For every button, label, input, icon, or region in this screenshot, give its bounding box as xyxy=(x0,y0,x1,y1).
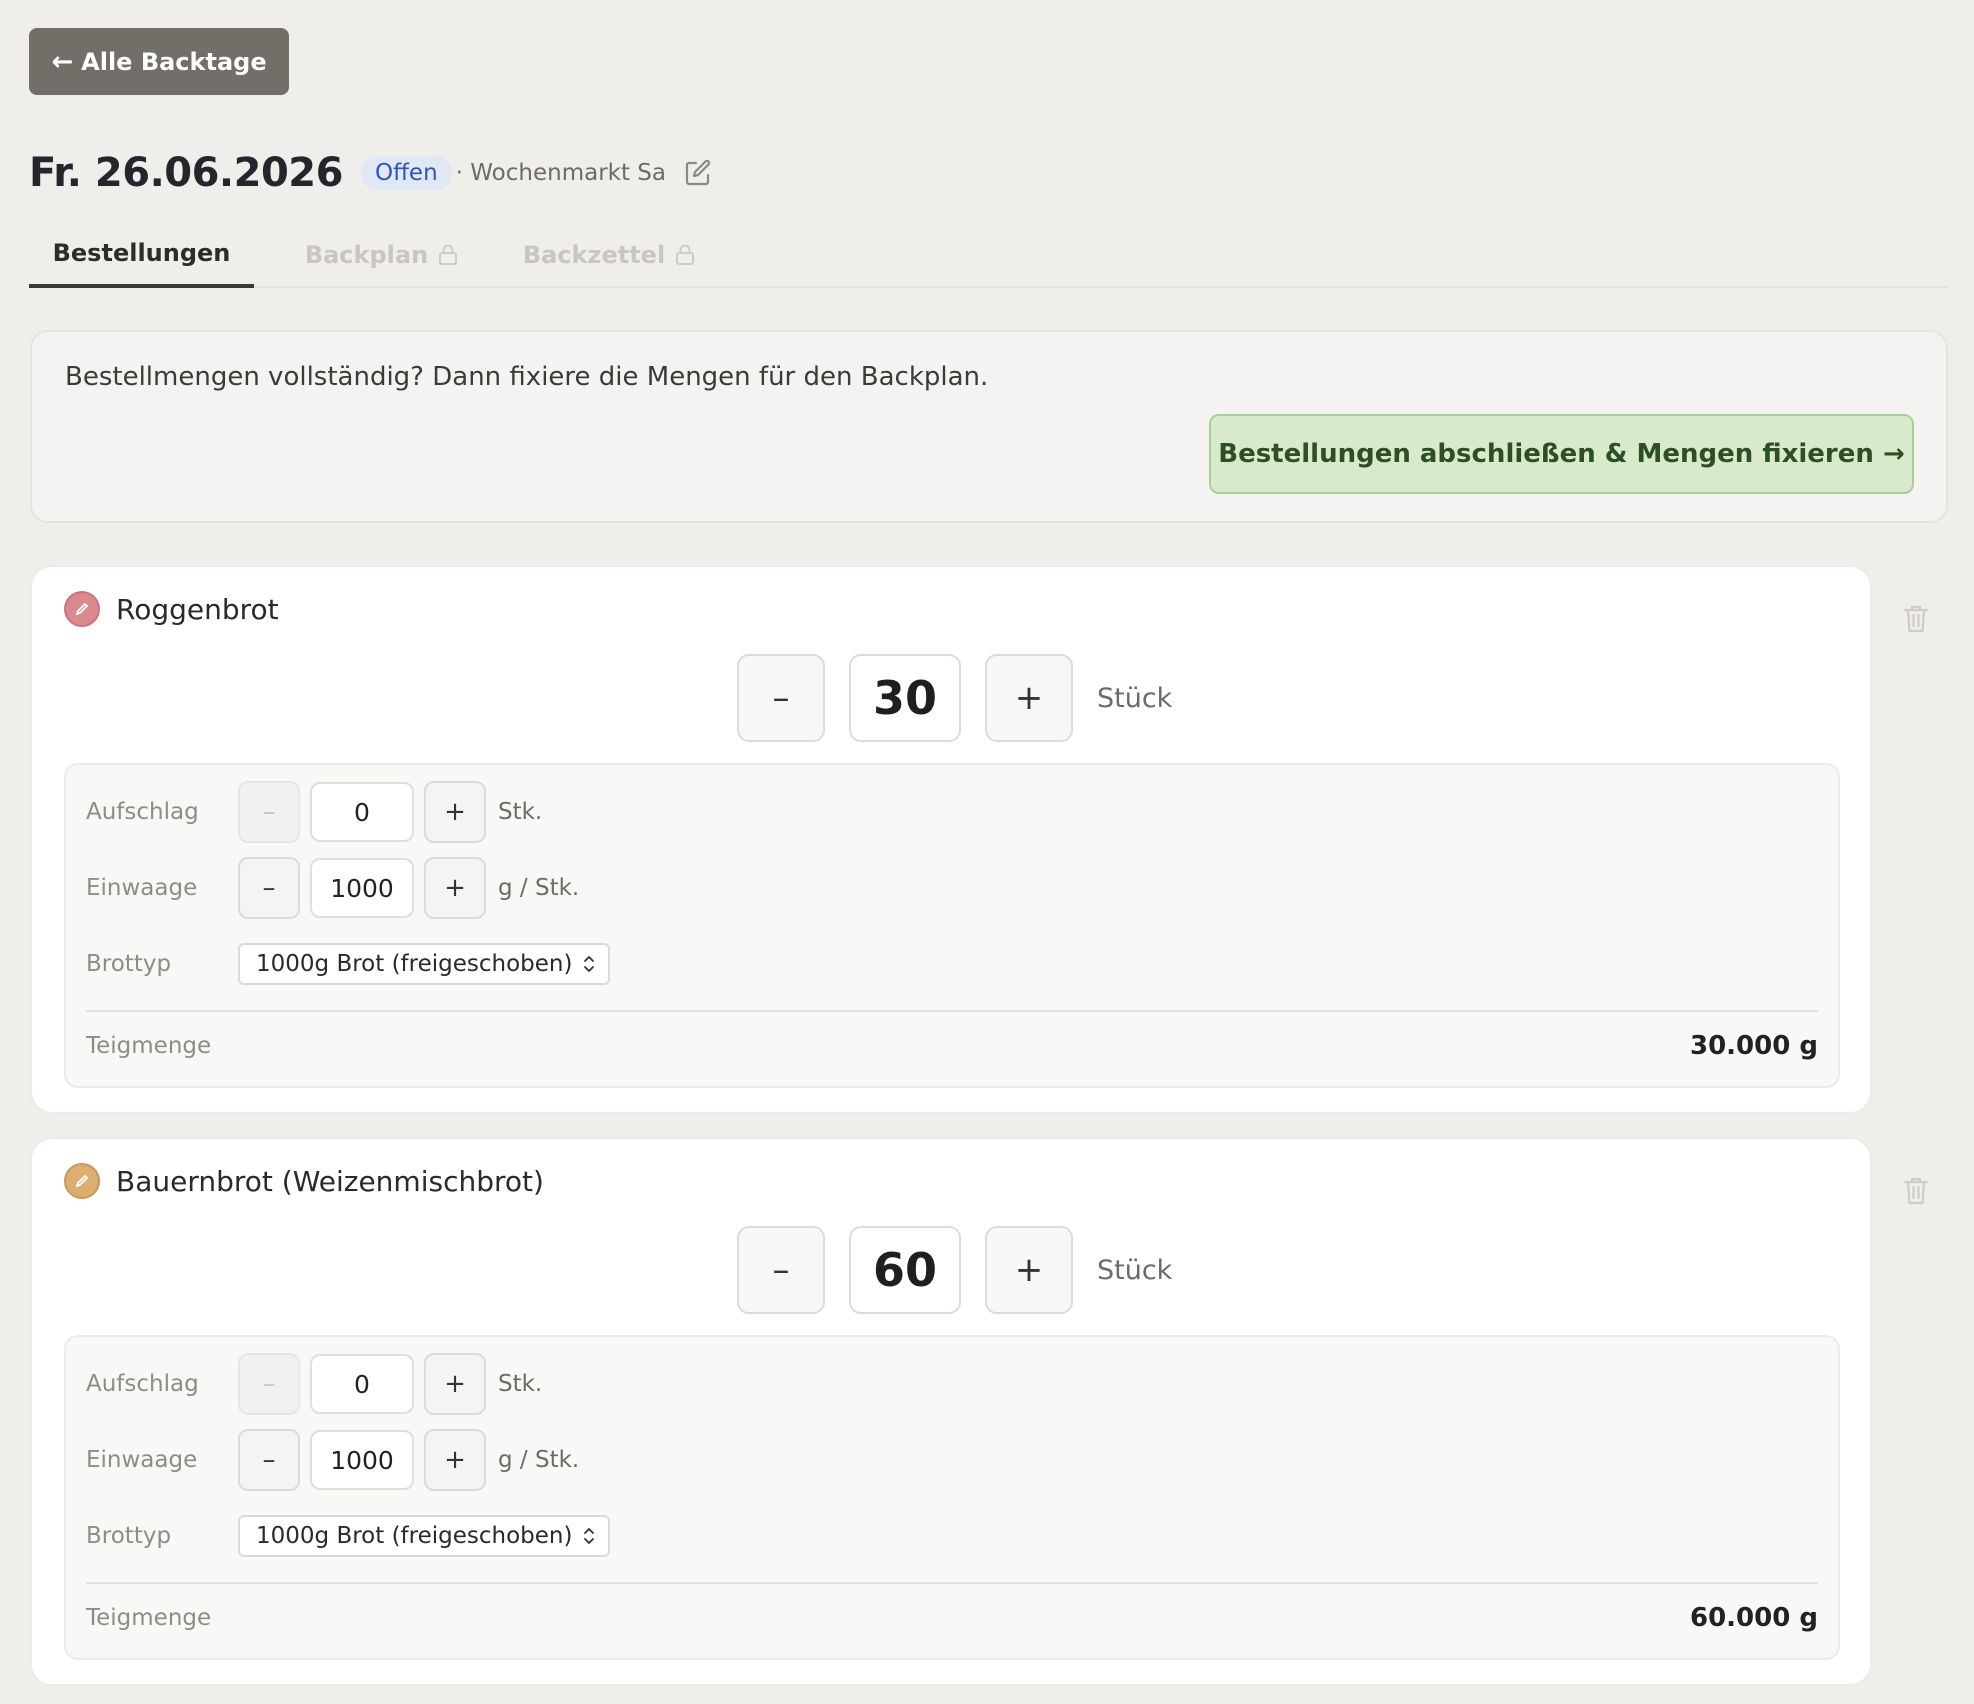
surcharge-label: Aufschlag xyxy=(86,1371,199,1397)
tab-bar: Bestellungen Backplan Backzettel xyxy=(29,222,1949,288)
weight-label: Einwaage xyxy=(86,875,198,901)
tab-backzettel[interactable]: Backzettel xyxy=(509,222,709,288)
weight-label: Einwaage xyxy=(86,1447,198,1473)
lock-icon xyxy=(438,244,458,266)
chevron-up-down-icon xyxy=(584,956,594,972)
page-title: Fr. 26.06.2026 xyxy=(29,150,343,196)
notice-text: Bestellmengen vollständig? Dann fixiere … xyxy=(65,362,989,392)
quantity-stepper: – 60 + Stück xyxy=(737,1226,1172,1314)
surcharge-label: Aufschlag xyxy=(86,799,199,825)
location-label: · Wochenmarkt Sa xyxy=(455,160,666,186)
product-card: Roggenbrot – 30 + Stück Aufschlag – 0 + … xyxy=(30,565,1872,1114)
tab-backplan[interactable]: Backplan xyxy=(294,222,469,288)
back-button[interactable]: ← Alle Backtage xyxy=(29,28,289,95)
surcharge-input[interactable]: 0 xyxy=(310,782,414,842)
increase-weight-button[interactable]: + xyxy=(424,857,486,919)
page-header: Fr. 26.06.2026 Offen · Wochenmarkt Sa xyxy=(29,145,712,201)
page: ← Alle Backtage Fr. 26.06.2026 Offen · W… xyxy=(0,0,1974,1704)
surcharge-unit: Stk. xyxy=(498,799,543,825)
weight-unit: g / Stk. xyxy=(498,875,580,901)
product-name: Roggenbrot xyxy=(116,592,279,626)
pencil-icon xyxy=(75,602,89,616)
product-details: Aufschlag – 0 + Stk. Einwaage – 1000 + g… xyxy=(64,763,1840,1088)
bread-type-select[interactable]: 1000g Brot (freigeschoben) xyxy=(238,943,610,985)
decrease-weight-button[interactable]: – xyxy=(238,857,300,919)
divider xyxy=(86,1010,1818,1012)
chevron-up-down-icon xyxy=(584,1528,594,1544)
bread-type-row: Brottyp 1000g Brot (freigeschoben) xyxy=(86,933,610,995)
increase-surcharge-button[interactable]: + xyxy=(424,1353,486,1415)
arrow-left-icon: ← xyxy=(51,46,74,77)
trash-icon[interactable] xyxy=(1902,603,1930,635)
weight-unit: g / Stk. xyxy=(498,1447,580,1473)
weight-input[interactable]: 1000 xyxy=(310,858,414,918)
bread-type-label: Brottyp xyxy=(86,1523,172,1549)
product-color-dot[interactable] xyxy=(64,591,100,627)
weight-row: Einwaage – 1000 + g / Stk. xyxy=(86,1429,579,1491)
increase-weight-button[interactable]: + xyxy=(424,1429,486,1491)
decrease-quantity-button[interactable]: – xyxy=(737,1226,825,1314)
tab-bestellungen[interactable]: Bestellungen xyxy=(29,222,254,288)
product-header: Bauernbrot (Weizenmischbrot) xyxy=(64,1163,544,1199)
finalize-notice: Bestellmengen vollständig? Dann fixiere … xyxy=(30,330,1948,523)
surcharge-row: Aufschlag – 0 + Stk. xyxy=(86,781,542,843)
surcharge-input[interactable]: 0 xyxy=(310,1354,414,1414)
quantity-unit: Stück xyxy=(1097,682,1173,714)
quantity-stepper: – 30 + Stück xyxy=(737,654,1172,742)
dough-amount-value: 30.000 g xyxy=(1690,1031,1818,1061)
lock-icon xyxy=(675,244,695,266)
pencil-icon xyxy=(75,1174,89,1188)
increase-quantity-button[interactable]: + xyxy=(985,1226,1073,1314)
bread-type-select[interactable]: 1000g Brot (freigeschoben) xyxy=(238,1515,610,1557)
decrease-surcharge-button[interactable]: – xyxy=(238,781,300,843)
product-color-dot[interactable] xyxy=(64,1163,100,1199)
trash-icon[interactable] xyxy=(1902,1175,1930,1207)
decrease-weight-button[interactable]: – xyxy=(238,1429,300,1491)
bread-type-value: 1000g Brot (freigeschoben) xyxy=(256,1523,573,1549)
product-details: Aufschlag – 0 + Stk. Einwaage – 1000 + g… xyxy=(64,1335,1840,1660)
product-name: Bauernbrot (Weizenmischbrot) xyxy=(116,1164,544,1198)
back-button-label: Alle Backtage xyxy=(81,47,267,76)
quantity-input[interactable]: 60 xyxy=(849,1226,961,1314)
finalize-orders-button[interactable]: Bestellungen abschließen & Mengen fixier… xyxy=(1209,414,1914,494)
increase-surcharge-button[interactable]: + xyxy=(424,781,486,843)
tab-label: Bestellungen xyxy=(52,239,231,267)
increase-quantity-button[interactable]: + xyxy=(985,654,1073,742)
divider xyxy=(86,1582,1818,1584)
product-header: Roggenbrot xyxy=(64,591,279,627)
dough-amount-label: Teigmenge xyxy=(86,1605,212,1631)
bread-type-label: Brottyp xyxy=(86,951,172,977)
dough-amount-value: 60.000 g xyxy=(1690,1603,1818,1633)
weight-input[interactable]: 1000 xyxy=(310,1430,414,1490)
surcharge-unit: Stk. xyxy=(498,1371,543,1397)
quantity-unit: Stück xyxy=(1097,1254,1173,1286)
quantity-input[interactable]: 30 xyxy=(849,654,961,742)
tab-label: Backplan xyxy=(304,241,429,269)
weight-row: Einwaage – 1000 + g / Stk. xyxy=(86,857,579,919)
decrease-surcharge-button[interactable]: – xyxy=(238,1353,300,1415)
bread-type-row: Brottyp 1000g Brot (freigeschoben) xyxy=(86,1505,610,1567)
decrease-quantity-button[interactable]: – xyxy=(737,654,825,742)
surcharge-row: Aufschlag – 0 + Stk. xyxy=(86,1353,542,1415)
product-card: Bauernbrot (Weizenmischbrot) – 60 + Stüc… xyxy=(30,1137,1872,1686)
dough-amount-label: Teigmenge xyxy=(86,1033,212,1059)
bread-type-value: 1000g Brot (freigeschoben) xyxy=(256,951,573,977)
tab-label: Backzettel xyxy=(522,241,666,269)
status-badge: Offen xyxy=(360,156,452,190)
edit-icon[interactable] xyxy=(684,159,712,187)
